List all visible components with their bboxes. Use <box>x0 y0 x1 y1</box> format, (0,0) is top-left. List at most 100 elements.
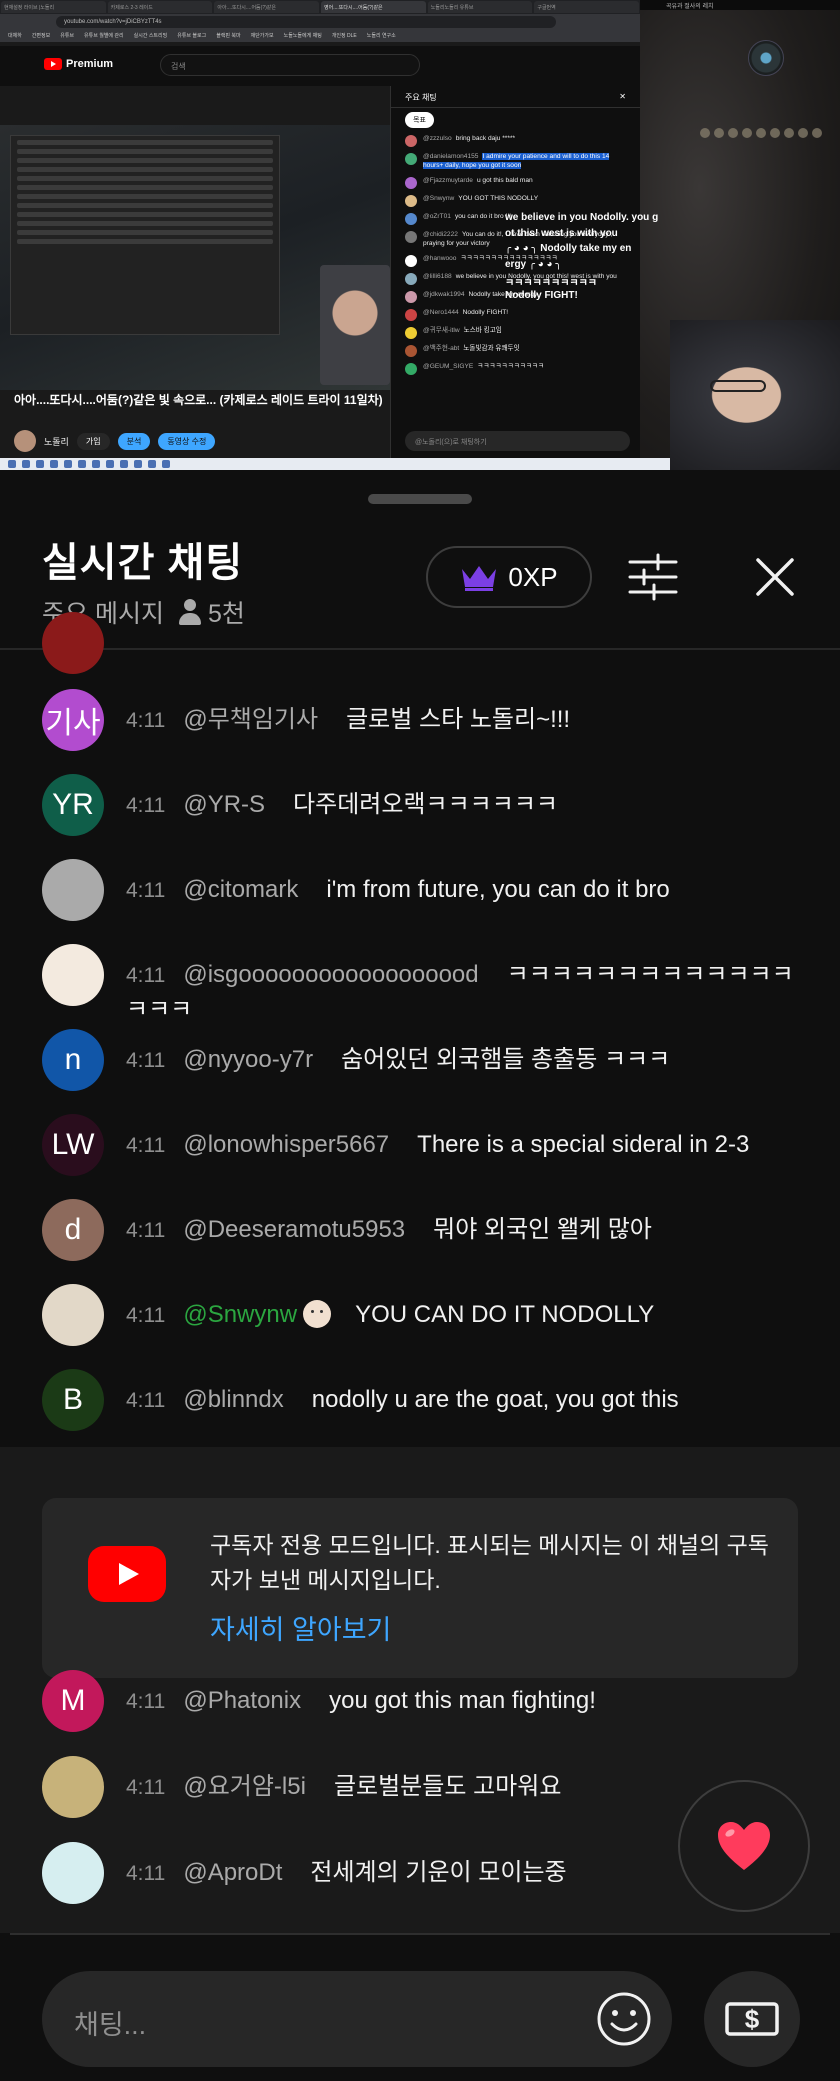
avatar-initials: M <box>60 1684 86 1717</box>
message-author[interactable]: @Deeseramotu5953 <box>183 1216 405 1243</box>
embedded-chat-text: you can do it bro !!! <box>454 212 512 220</box>
message-line: 4:11 @Deeseramotu5953 뭐야 외국인 왤케 많아 <box>126 1213 796 1248</box>
message-author[interactable]: @무책임기사 <box>183 706 318 733</box>
viewer-count: 5천 <box>178 594 245 630</box>
message-author[interactable]: @YR-S <box>183 791 265 818</box>
embedded-chat-row: @danielamon4155 I admire your patience an… <box>391 150 640 174</box>
embedded-chat-line: @Nero1444 Nodolly FIGHT! <box>423 309 508 321</box>
bookmark-item: 노돌노돌에게 채팅 <box>283 33 322 39</box>
bookmark-item: 유튜브 블로그 <box>177 33 207 39</box>
message-text: 다주데려오랙ㅋㅋㅋㅋㅋㅋ <box>293 791 558 818</box>
embedded-chat-author: @귀무새-itlw <box>423 326 460 334</box>
message-timestamp: 4:11 <box>126 1049 166 1072</box>
embedded-chat-text: ㅋㅋㅋㅋㅋㅋㅋㅋㅋㅋㅋ <box>477 362 545 370</box>
video-title: 아아....또다시....어둠(?)같은 빛 속으로... (카제로스 레이드 … <box>14 393 383 407</box>
streamer-webcam <box>670 320 840 470</box>
embedded-chat-avatar <box>405 153 417 165</box>
embedded-chat-avatar <box>405 308 417 321</box>
xp-button[interactable]: 0XP <box>426 546 592 608</box>
game-chat-line: Nodolly FIGHT! <box>505 289 578 301</box>
learn-more-link[interactable]: 자세히 알아보기 <box>210 1608 391 1647</box>
message-author[interactable]: @Phatonix <box>183 1687 301 1714</box>
input-divider <box>10 1933 830 1935</box>
dog-avatar-icon[interactable] <box>42 1284 104 1346</box>
embedded-chat-author: @Snwynw <box>423 194 455 202</box>
stream-video <box>0 125 390 390</box>
bookmark-item: 유튜브 <box>60 33 75 39</box>
sheet-drag-handle[interactable] <box>368 494 472 504</box>
message-line: 4:11 @Phatonix you got this man fighting! <box>126 1684 796 1719</box>
message-text: you got this man fighting! <box>329 1687 596 1714</box>
stream-screenshot: 현재설정 라이브 |노돌리 카제로스 2-3 레이드 아아....또다시....어둠… <box>0 0 840 470</box>
avatar-initials: n <box>64 1043 82 1076</box>
message-line: 4:11 @무책임기사 글로벌 스타 노돌리~!!! <box>126 703 796 738</box>
message-line: 4:11 @citomark i'm from future, you can do… <box>126 873 796 908</box>
message-text: 글로벌분들도 고마워요 <box>333 1773 562 1800</box>
embedded-chat-avatar <box>405 344 417 357</box>
embedded-chat-line: @Snwynw YOU GOT THIS NODOLLY <box>423 195 538 207</box>
embedded-chat-avatar <box>405 326 417 339</box>
game-chat-line: ╭ ◕ ◕ ╮ Nodolly take my en <box>505 243 632 254</box>
embedded-chat-text: 노스바 킹고임 <box>463 326 502 334</box>
embedded-chat-list: @zzzulso bring back daju ***** @danielamon… <box>391 132 640 378</box>
close-button[interactable] <box>750 552 800 602</box>
message-text: 숨어있던 외국햄들 총출동 ㅋㅋㅋ <box>341 1046 671 1073</box>
browser-bookmarks-bar: 대체하 간편정보 유튜브 유튜브 월별에 관리 실시간 스트리밍 유튜브 블로그 블랙핀 북… <box>0 30 640 42</box>
message-author[interactable]: @nyyoo-y7r <box>183 1046 313 1073</box>
embedded-chat-row: @Snwynw YOU GOT THIS NODOLLY <box>391 192 640 210</box>
emoji-button[interactable] <box>596 1991 652 2047</box>
embedded-chat-author: @oZrT01 <box>423 212 451 220</box>
embedded-chat-avatar <box>405 362 417 375</box>
embedded-chat-avatar <box>405 194 417 207</box>
message-text: There is a special sideral in 2-3 <box>417 1131 750 1158</box>
filter-settings-button[interactable] <box>628 552 678 602</box>
message-author[interactable]: @요거얌-l5i <box>183 1773 306 1800</box>
message-author[interactable]: @citomark <box>183 876 298 903</box>
author-avatar[interactable]: LW <box>42 1114 104 1176</box>
author-avatar[interactable]: B <box>42 1369 104 1431</box>
embedded-chat-author: @lilli6188 <box>423 272 452 280</box>
chat-input[interactable]: 채팅... <box>42 1971 672 2067</box>
message-author[interactable]: @isgoooooooooooooooood <box>183 961 478 988</box>
message-line: 4:11 @YR-S 다주데려오랙ㅋㅋㅋㅋㅋㅋ <box>126 788 796 823</box>
embedded-chat-author: @hanwooo <box>423 254 457 262</box>
message-author[interactable]: @lonowhisper5667 <box>183 1131 389 1158</box>
sliders-icon <box>628 553 678 601</box>
message-author[interactable]: @blinndx <box>183 1386 283 1413</box>
author-avatar[interactable] <box>42 859 104 921</box>
message-author[interactable]: @AproDt <box>183 1859 282 1886</box>
author-avatar[interactable]: YR <box>42 774 104 836</box>
close-icon <box>756 558 794 596</box>
bookmark-item: 개인정 DLE <box>331 33 357 39</box>
viewer-count-value: 5천 <box>207 600 245 628</box>
message-line: 4:11 @lonowhisper5667 There is a special s… <box>126 1128 796 1163</box>
cake-avatar-icon[interactable] <box>42 1756 104 1818</box>
message-author[interactable]: @Snwynw <box>183 1301 297 1328</box>
browser-tab: 아아....또다시....어둠(?)같은 <box>214 1 320 13</box>
message-line: 4:11 @Snwynw YOU CAN DO IT NODOLLY <box>126 1298 796 1333</box>
message-timestamp: 4:11 <box>126 1776 166 1799</box>
subscriber-only-notice: 구독자 전용 모드입니다. 표시되는 메시지는 이 채널의 구독자가 보낸 메시… <box>42 1498 798 1678</box>
game-chat-line: ergy ╭ ◕ ◕ ╮ <box>505 258 562 270</box>
embedded-chat-avatar <box>405 230 417 243</box>
youtube-play-icon <box>44 58 62 70</box>
youtube-logo-icon <box>88 1546 166 1602</box>
embedded-chat-avatar <box>405 135 417 147</box>
message-timestamp: 4:11 <box>126 1389 166 1412</box>
author-avatar[interactable]: d <box>42 1199 104 1261</box>
author-avatar[interactable]: n <box>42 1029 104 1091</box>
message-text: YOU CAN DO IT NODOLLY <box>355 1301 655 1328</box>
embedded-chat-text: u got this bald man <box>476 176 533 184</box>
heart-icon <box>718 1822 770 1870</box>
message-timestamp: 4:11 <box>126 709 166 732</box>
message-text: 뭐야 외국인 왤케 많아 <box>433 1216 652 1243</box>
message-text: i'm from future, you can do it bro <box>326 876 670 903</box>
embedded-chat-text: bring back daju ***** <box>455 135 516 142</box>
anime-avatar-icon[interactable] <box>42 1842 104 1904</box>
author-avatar[interactable]: 기사 <box>42 689 104 751</box>
embedded-chat-author: @Nero1444 <box>423 308 459 316</box>
super-chat-button[interactable]: $ <box>704 1971 800 2067</box>
reaction-heart-button[interactable] <box>678 1780 810 1912</box>
author-avatar[interactable]: M <box>42 1670 104 1732</box>
thumbs-up-icon[interactable] <box>42 944 104 1006</box>
